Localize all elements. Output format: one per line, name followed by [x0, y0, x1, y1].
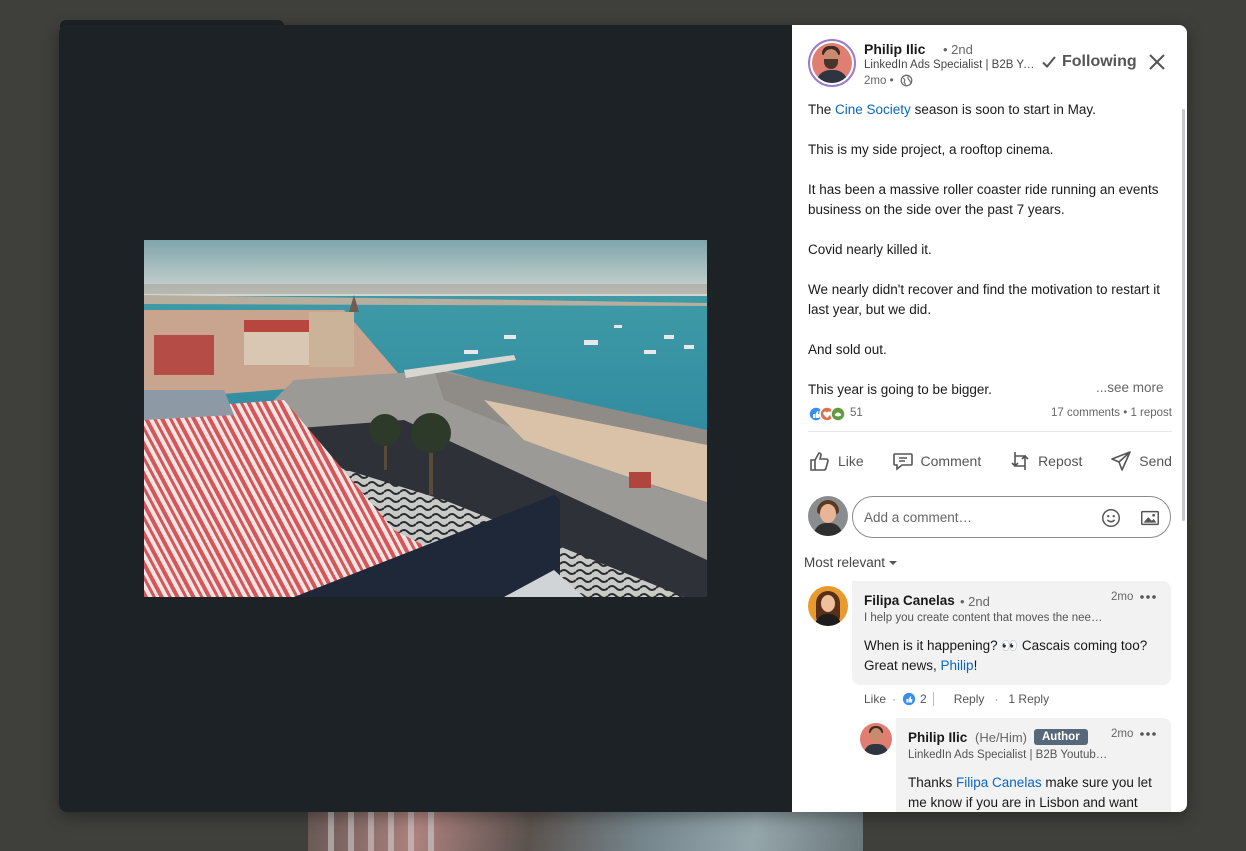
background-post-image — [308, 812, 863, 851]
comment-label: Comment — [920, 453, 982, 469]
comment-reply-button[interactable]: Reply — [954, 692, 985, 706]
photo-icon[interactable] — [1139, 507, 1161, 529]
comment-button[interactable]: Comment — [891, 446, 982, 476]
comments-reposts-count[interactable]: 17 comments • 1 repost — [1051, 407, 1172, 419]
like-button[interactable]: Like — [808, 446, 864, 476]
mention-link[interactable]: Filipa Canelas — [956, 775, 1042, 790]
mention-link[interactable]: Philip — [941, 658, 974, 673]
caret-down-icon — [889, 560, 898, 565]
divider — [808, 431, 1172, 432]
cine-society-link[interactable]: Cine Society — [835, 102, 911, 117]
connection-degree: • 2nd — [943, 42, 973, 57]
globe-icon — [900, 74, 913, 87]
sort-comments-dropdown[interactable]: Most relevant — [804, 555, 899, 570]
post-detail-panel: Philip Ilic • 2nd LinkedIn Ads Specialis… — [792, 25, 1187, 812]
post-paragraph: And sold out. — [808, 342, 887, 357]
reply-author-avatar[interactable] — [860, 723, 892, 755]
social-counts: 51 17 comments • 1 repost — [808, 405, 1172, 423]
reply-time: 2mo — [1111, 728, 1134, 740]
post-paragraph: We nearly didn't recover and find the mo… — [808, 282, 1161, 317]
comment-time: 2mo — [1111, 591, 1134, 603]
reply-author-name[interactable]: Philip Ilic — [908, 730, 967, 745]
reply-author-headline: LinkedIn Ads Specialist | B2B Youtube Ad… — [908, 749, 1108, 761]
post-author: Philip Ilic • 2nd LinkedIn Ads Specialis… — [808, 39, 1178, 95]
send-icon — [1111, 451, 1132, 471]
post-paragraph: This is my side project, a rooftop cinem… — [808, 142, 1054, 157]
like-label: Like — [838, 453, 864, 469]
post-timestamp: 2mo • — [864, 75, 894, 87]
reply-text: Thanks Filipa Canelas make sure you let … — [908, 775, 1152, 810]
panel-scrollbar[interactable] — [1182, 109, 1185, 521]
commenter-name[interactable]: Filipa Canelas — [864, 593, 955, 608]
author-name[interactable]: Philip Ilic — [864, 41, 925, 57]
following-label: Following — [1062, 53, 1137, 70]
repost-button[interactable]: Repost — [1008, 446, 1082, 476]
more-icon[interactable] — [1139, 594, 1157, 600]
following-button[interactable]: Following — [1040, 53, 1137, 71]
comment-icon — [892, 453, 913, 471]
reply-author-pronouns: (He/Him) — [975, 730, 1027, 745]
author-avatar[interactable] — [808, 39, 856, 87]
media-pane — [59, 25, 792, 812]
send-label: Send — [1139, 453, 1172, 469]
sort-label: Most relevant — [804, 555, 886, 570]
view-replies-link[interactable]: 1 Reply — [1008, 692, 1049, 706]
comment-actions: Like · 2 Reply · 1 Reply — [864, 692, 1050, 706]
like-reaction-icon — [902, 692, 916, 706]
reply: Philip Ilic (He/Him) Author LinkedIn Ads… — [896, 718, 1171, 812]
commenter-degree: • 2nd — [960, 594, 990, 609]
post-actions: Like Comment Repost Send — [808, 446, 1172, 476]
add-comment-input[interactable] — [864, 507, 1084, 527]
author-badge: Author — [1034, 729, 1088, 745]
check-icon — [1042, 56, 1056, 68]
comment-like-count[interactable]: 2 — [920, 692, 927, 706]
post-body: The Cine Society season is soon to start… — [808, 100, 1168, 420]
post-paragraph: Covid nearly killed it. — [808, 242, 932, 257]
see-more-link[interactable]: ...see more — [1096, 380, 1164, 395]
more-icon[interactable] — [1139, 731, 1157, 737]
post-viewer-modal: Philip Ilic • 2nd LinkedIn Ads Specialis… — [59, 25, 1187, 812]
send-button[interactable]: Send — [1109, 446, 1172, 476]
post-paragraph: It has been a massive roller coaster rid… — [808, 182, 1159, 217]
comment-text: When is it happening? 👀 Cascais coming t… — [864, 638, 1148, 673]
close-icon[interactable] — [1145, 50, 1169, 74]
post-image[interactable] — [144, 240, 707, 597]
repost-label: Repost — [1038, 453, 1083, 469]
commenter-headline: I help you create content that moves the… — [864, 612, 1104, 624]
comment-like-button[interactable]: Like — [864, 692, 886, 706]
repost-icon — [1011, 452, 1029, 470]
emoji-icon[interactable] — [1100, 507, 1122, 529]
comment: Filipa Canelas • 2nd I help you create c… — [852, 581, 1171, 685]
author-headline: LinkedIn Ads Specialist | B2B YouTube Ad… — [864, 59, 1036, 71]
reaction-icons[interactable] — [808, 406, 848, 422]
like-icon — [810, 452, 829, 471]
current-user-avatar[interactable] — [808, 496, 848, 536]
comment-box[interactable] — [852, 496, 1171, 538]
commenter-avatar[interactable] — [808, 586, 848, 626]
reaction-count[interactable]: 51 — [850, 407, 863, 419]
